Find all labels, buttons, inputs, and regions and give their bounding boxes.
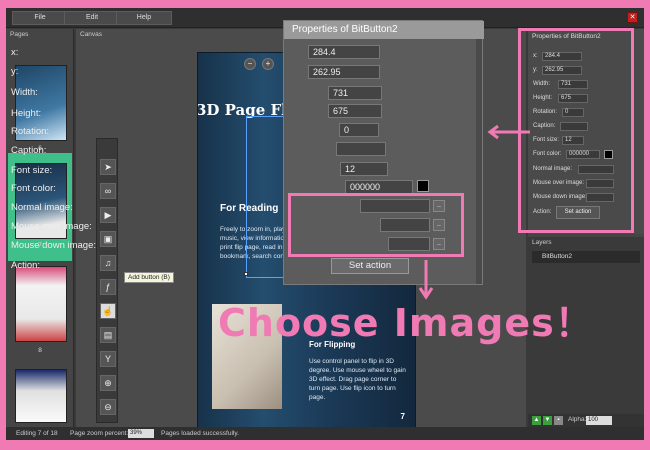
caption-label: Caption:: [11, 145, 47, 156]
zoom-out-tool-icon[interactable]: ⊖: [100, 399, 116, 415]
zoom-in-icon[interactable]: +: [262, 58, 274, 70]
action-label: Action:: [11, 260, 41, 271]
layer-item[interactable]: BitButton2: [532, 251, 640, 263]
scrollbar[interactable]: [476, 39, 482, 284]
zoom-percent-field[interactable]: 39%: [128, 429, 154, 438]
youtube-icon[interactable]: Y: [100, 351, 116, 367]
alpha-field[interactable]: 100: [586, 416, 612, 425]
zoom-label: Page zoom percent:: [70, 430, 129, 437]
link-icon[interactable]: ∞: [100, 183, 116, 199]
status-bar: Editing 7 of 18 Page zoom percent: 39% P…: [6, 427, 644, 440]
book-page-number: 7: [400, 412, 405, 421]
font-size-label: Font size:: [11, 165, 53, 176]
delete-layer-icon[interactable]: ▪: [554, 416, 563, 425]
font-size-field[interactable]: 12: [340, 162, 388, 176]
canvas-title: Canvas: [80, 31, 103, 38]
page-number-label: 8: [38, 347, 42, 354]
font-color-swatch[interactable]: [417, 180, 429, 192]
close-icon[interactable]: ✕: [627, 12, 638, 23]
font-color-label: Font color:: [11, 183, 56, 194]
mouse-over-label: Mouse over image:: [11, 221, 92, 232]
page-thumbnail[interactable]: [15, 266, 67, 342]
resize-handle[interactable]: [244, 272, 248, 276]
width-label: Width:: [11, 87, 38, 98]
video-icon[interactable]: ▶: [100, 207, 116, 223]
zoom-out-icon[interactable]: −: [244, 58, 256, 70]
move-up-icon[interactable]: ▲: [532, 416, 541, 425]
font-color-field[interactable]: 000000: [345, 180, 413, 194]
zoom-in-tool-icon[interactable]: ⊕: [100, 375, 116, 391]
audio-icon[interactable]: ♫: [100, 255, 116, 271]
edit-menu[interactable]: Edit: [64, 11, 120, 25]
status-message: Pages loaded successfully.: [161, 430, 239, 437]
editing-status: Editing 7 of 18: [16, 430, 58, 437]
y-label: y:: [11, 66, 19, 77]
pages-panel-title: Pages: [10, 31, 29, 38]
help-menu[interactable]: Help: [116, 11, 172, 25]
mouse-down-label: Mouse down image:: [11, 240, 97, 251]
normal-image-label: Normal image:: [11, 202, 73, 213]
page-thumbnail[interactable]: [15, 369, 67, 423]
layers-title: Layers: [532, 239, 552, 246]
file-menu[interactable]: File: [12, 11, 68, 25]
layers-footer: ▲ ▼ ▪ Alpha: 100: [528, 414, 644, 427]
flash-icon[interactable]: ƒ: [100, 279, 116, 295]
height-label: Height:: [11, 108, 42, 119]
width-field[interactable]: 731: [328, 86, 382, 100]
tooltip: Add button (B): [124, 272, 174, 283]
rotation-field[interactable]: 0: [339, 123, 379, 137]
caption-field[interactable]: [336, 142, 386, 156]
y-field[interactable]: 262.95: [308, 65, 380, 79]
highlight-box-panel: [518, 28, 634, 233]
move-down-icon[interactable]: ▼: [543, 416, 552, 425]
rotation-label: Rotation:: [11, 126, 50, 137]
slideshow-icon[interactable]: ▤: [100, 327, 116, 343]
set-action-button[interactable]: Set action: [331, 258, 409, 274]
add-button-icon[interactable]: ☝: [100, 303, 116, 319]
toolbox: ➤ ∞ ▶ ▣ ♫ ƒ ☝ ▤ Y ⊕ ⊖: [96, 138, 118, 423]
caption-text: Choose Images！: [218, 301, 594, 345]
x-field[interactable]: 284.4: [308, 45, 380, 59]
alpha-label: Alpha:: [568, 416, 587, 423]
pink-arrow-left-icon: [487, 125, 530, 139]
properties-dialog-title: Properties of BitButton2: [284, 21, 484, 39]
pointer-icon[interactable]: ➤: [100, 159, 116, 175]
flipping-text: Use control panel to flip in 3D degree. …: [309, 358, 406, 401]
height-field[interactable]: 675: [328, 104, 382, 118]
highlight-box-images: [288, 193, 464, 257]
x-label: x:: [11, 47, 19, 58]
image-icon[interactable]: ▣: [100, 231, 116, 247]
